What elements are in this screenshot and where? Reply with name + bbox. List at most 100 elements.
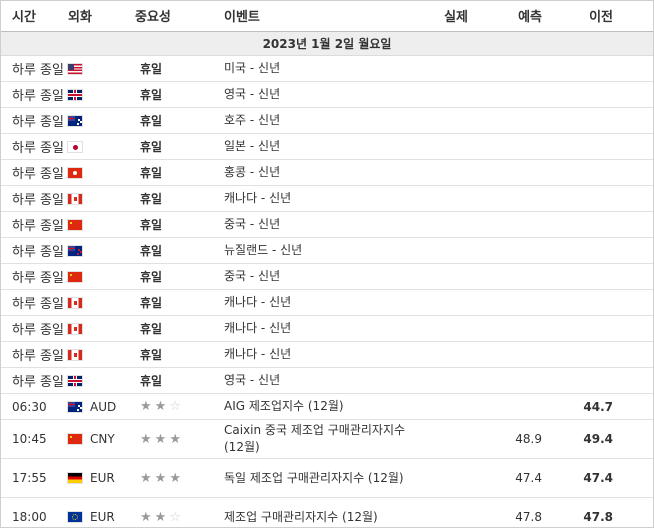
table-row[interactable]: 하루 종일 휴일 캐나다 - 신년 <box>1 315 653 342</box>
event-time: 하루 종일 <box>1 133 68 160</box>
event-previous <box>576 185 653 212</box>
event-name[interactable]: 호주 - 신년 <box>224 107 428 134</box>
event-time: 하루 종일 <box>1 81 68 108</box>
header-forecast[interactable]: 예측 <box>490 1 576 32</box>
event-time: 17:55 <box>1 458 68 498</box>
header-currency[interactable]: 외화 <box>68 1 135 32</box>
table-row[interactable]: 18:00 EUR ★★☆ 제조업 구매관리자지수 (12월) 47.8 47.8 <box>1 497 653 527</box>
ca-flag-icon <box>68 324 82 334</box>
gb-flag-icon <box>68 376 82 386</box>
event-previous: 47.4 <box>576 458 653 498</box>
event-currency: EUR <box>68 458 135 498</box>
table-row[interactable]: 10:45 CNY ★★★ Caixin 중국 제조업 구매관리자지수 (12월) 48… <box>1 419 653 459</box>
event-name[interactable]: 캐나다 - 신년 <box>224 315 428 342</box>
table-row[interactable]: 06:30 AUD ★★☆ AIG 제조업지수 (12월) 44.7 <box>1 393 653 420</box>
holiday-badge: 휴일 <box>135 341 224 368</box>
event-actual <box>428 367 490 394</box>
event-name[interactable]: 독일 제조업 구매관리자지수 (12월) <box>224 458 428 498</box>
event-name[interactable]: 중국 - 신년 <box>224 263 428 290</box>
event-currency: AUD <box>68 393 135 420</box>
cn-flag-icon <box>68 220 82 230</box>
holiday-badge: 휴일 <box>135 211 224 238</box>
star-filled-icon: ★ <box>140 509 155 525</box>
importance-stars: ★★★ <box>135 419 224 459</box>
header-actual[interactable]: 실제 <box>428 1 490 32</box>
event-time: 하루 종일 <box>1 367 68 394</box>
holiday-badge: 휴일 <box>135 81 224 108</box>
header-previous[interactable]: 이전 <box>576 1 653 32</box>
table-row[interactable]: 하루 종일 휴일 미국 - 신년 <box>1 55 653 82</box>
event-name[interactable]: 영국 - 신년 <box>224 367 428 394</box>
event-forecast <box>490 133 576 160</box>
event-actual <box>428 315 490 342</box>
header-event[interactable]: 이벤트 <box>224 1 428 32</box>
event-time: 하루 종일 <box>1 107 68 134</box>
au-flag-icon <box>68 116 82 126</box>
event-actual <box>428 289 490 316</box>
event-forecast <box>490 289 576 316</box>
calendar-table: 시간 외화 중요성 이벤트 실제 예측 이전 2023년 1월 2일 월요일 하… <box>1 1 653 527</box>
table-row[interactable]: 하루 종일 휴일 호주 - 신년 <box>1 107 653 134</box>
currency-code: CNY <box>90 432 115 447</box>
event-name[interactable]: 캐나다 - 신년 <box>224 341 428 368</box>
table-row[interactable]: 하루 종일 휴일 홍콩 - 신년 <box>1 159 653 186</box>
event-name[interactable]: 미국 - 신년 <box>224 55 428 82</box>
event-currency <box>68 367 135 394</box>
event-currency <box>68 315 135 342</box>
ca-flag-icon <box>68 194 82 204</box>
event-currency <box>68 133 135 160</box>
event-previous <box>576 211 653 238</box>
event-name[interactable]: 홍콩 - 신년 <box>224 159 428 186</box>
event-name[interactable]: Caixin 중국 제조업 구매관리자지수 (12월) <box>224 419 428 459</box>
event-currency <box>68 55 135 82</box>
event-forecast <box>490 393 576 420</box>
event-time: 하루 종일 <box>1 263 68 290</box>
event-name[interactable]: 일본 - 신년 <box>224 133 428 160</box>
star-empty-icon: ☆ <box>169 399 184 414</box>
table-row[interactable]: 하루 종일 휴일 영국 - 신년 <box>1 367 653 394</box>
table-row[interactable]: 하루 종일 휴일 일본 - 신년 <box>1 133 653 160</box>
table-row[interactable]: 하루 종일 휴일 중국 - 신년 <box>1 263 653 290</box>
header-time[interactable]: 시간 <box>1 1 68 32</box>
holiday-badge: 휴일 <box>135 367 224 394</box>
event-currency: EUR <box>68 497 135 527</box>
table-row[interactable]: 하루 종일 휴일 영국 - 신년 <box>1 81 653 108</box>
table-row[interactable]: 하루 종일 휴일 캐나다 - 신년 <box>1 289 653 316</box>
holiday-badge: 휴일 <box>135 185 224 212</box>
event-currency <box>68 211 135 238</box>
event-actual <box>428 107 490 134</box>
event-previous <box>576 159 653 186</box>
event-name[interactable]: 캐나다 - 신년 <box>224 289 428 316</box>
event-forecast <box>490 211 576 238</box>
event-name[interactable]: AIG 제조업지수 (12월) <box>224 393 428 420</box>
event-name[interactable]: 뉴질랜드 - 신년 <box>224 237 428 264</box>
currency-code: EUR <box>90 471 115 486</box>
table-row[interactable]: 하루 종일 휴일 뉴질랜드 - 신년 <box>1 237 653 264</box>
event-name[interactable]: 영국 - 신년 <box>224 81 428 108</box>
event-forecast <box>490 237 576 264</box>
nz-flag-icon <box>68 246 82 256</box>
star-empty-icon: ☆ <box>169 509 184 525</box>
event-time: 하루 종일 <box>1 315 68 342</box>
event-previous: 47.8 <box>576 497 653 527</box>
event-forecast <box>490 341 576 368</box>
event-time: 하루 종일 <box>1 55 68 82</box>
table-row[interactable]: 하루 종일 휴일 중국 - 신년 <box>1 211 653 238</box>
currency-code: AUD <box>90 399 117 414</box>
event-previous <box>576 107 653 134</box>
holiday-badge: 휴일 <box>135 289 224 316</box>
table-row[interactable]: 하루 종일 휴일 캐나다 - 신년 <box>1 185 653 212</box>
event-actual <box>428 393 490 420</box>
event-name[interactable]: 중국 - 신년 <box>224 211 428 238</box>
event-name[interactable]: 캐나다 - 신년 <box>224 185 428 212</box>
event-time: 18:00 <box>1 497 68 527</box>
star-filled-icon: ★ <box>140 399 155 414</box>
importance-stars: ★★★ <box>135 458 224 498</box>
table-row[interactable]: 하루 종일 휴일 캐나다 - 신년 <box>1 341 653 368</box>
event-previous <box>576 289 653 316</box>
star-filled-icon: ★ <box>154 399 170 414</box>
header-importance[interactable]: 중요성 <box>135 1 224 32</box>
table-row[interactable]: 17:55 EUR ★★★ 독일 제조업 구매관리자지수 (12월) 47.4 47.4 <box>1 458 653 498</box>
star-filled-icon: ★ <box>154 509 170 525</box>
event-name[interactable]: 제조업 구매관리자지수 (12월) <box>224 497 428 527</box>
